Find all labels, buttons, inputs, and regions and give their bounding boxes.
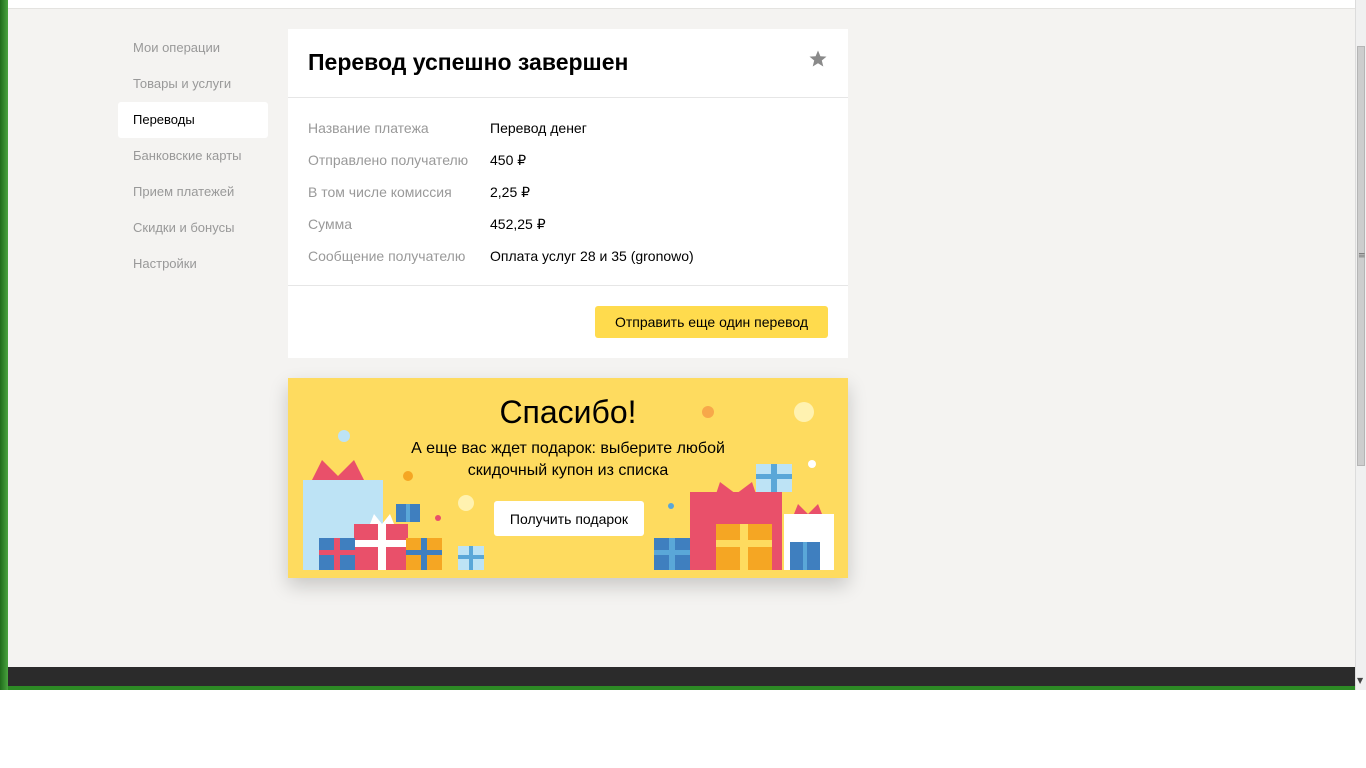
- detail-label: В том числе комиссия: [308, 184, 452, 200]
- sidebar-item-discounts-bonuses[interactable]: Скидки и бонусы: [118, 210, 268, 246]
- get-gift-button[interactable]: Получить подарок: [494, 501, 644, 536]
- detail-value: 2,25 ₽: [490, 184, 531, 200]
- star-icon[interactable]: [808, 49, 828, 69]
- detail-label: Название платежа: [308, 120, 429, 136]
- transfer-result-card: Перевод успешно завершен Название платеж…: [288, 29, 848, 358]
- page-title: Перевод успешно завершен: [308, 49, 629, 75]
- browser-viewport: Мои операции Товары и услуги Переводы Ба…: [0, 0, 1366, 690]
- detail-label: Отправлено получателю: [308, 152, 469, 168]
- sidebar-item-goods-services[interactable]: Товары и услуги: [118, 66, 268, 102]
- vertical-scrollbar[interactable]: ≡ ▼: [1355, 0, 1366, 690]
- promo-title: Спасибо!: [499, 394, 637, 430]
- window-frame-bottom: [8, 686, 1355, 690]
- sidebar-item-my-operations[interactable]: Мои операции: [118, 30, 268, 66]
- window-frame-left: [0, 0, 8, 690]
- detail-value: 450 ₽: [490, 152, 527, 168]
- gift-promo-banner: Спасибо! А еще вас ждет подарок: выберит…: [288, 378, 848, 578]
- send-another-transfer-button[interactable]: Отправить еще один перевод: [595, 306, 828, 338]
- card-divider: [288, 285, 848, 286]
- sidebar-item-accept-payments[interactable]: Прием платежей: [118, 174, 268, 210]
- header-strip: [8, 0, 1355, 9]
- scroll-down-arrow-icon[interactable]: ▼: [1357, 676, 1363, 685]
- sidebar-item-transfers[interactable]: Переводы: [118, 102, 268, 138]
- detail-label: Сумма: [308, 216, 352, 232]
- sidebar-item-settings[interactable]: Настройки: [118, 246, 268, 282]
- detail-value: Перевод денег: [490, 120, 587, 136]
- sidebar-item-bank-cards[interactable]: Банковские карты: [118, 138, 268, 174]
- sidebar-nav: Мои операции Товары и услуги Переводы Ба…: [118, 30, 268, 282]
- detail-value: 452,25 ₽: [490, 216, 546, 232]
- detail-label: Сообщение получателю: [308, 248, 466, 264]
- detail-value: Оплата услуг 28 и 35 (gronowo): [490, 248, 694, 264]
- scrollbar-grip-icon: ≡: [1358, 251, 1366, 261]
- promo-subtitle: А еще вас ждет подарок: выберите любой с…: [411, 440, 725, 479]
- card-divider: [288, 97, 848, 98]
